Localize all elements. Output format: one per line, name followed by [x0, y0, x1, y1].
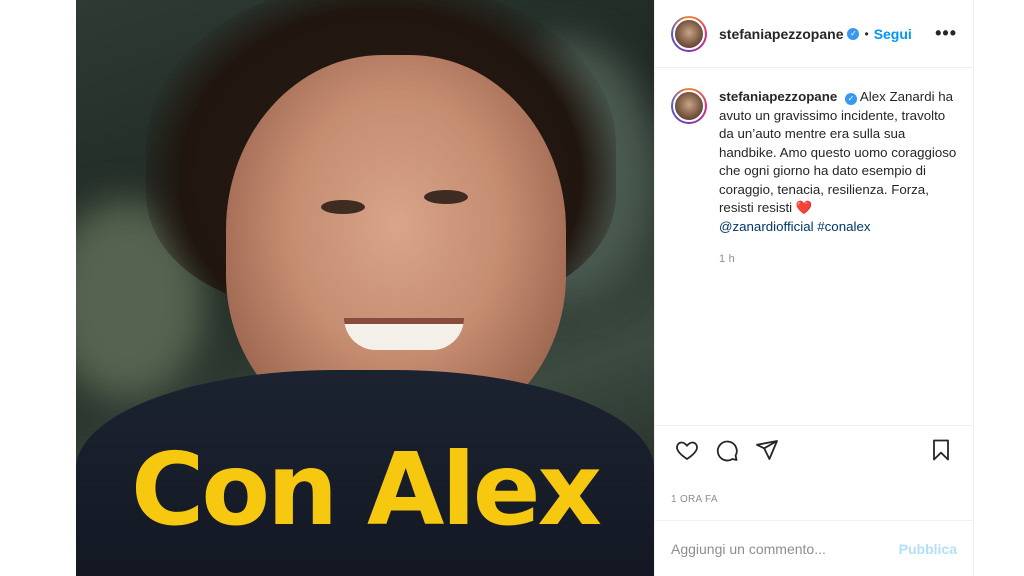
comment-username[interactable]: stefaniapezzopane [719, 89, 837, 104]
comment-input[interactable] [671, 540, 899, 557]
mention-link[interactable]: @zanardiofficial [719, 219, 814, 234]
hashtag-link[interactable]: #conalex [817, 219, 870, 234]
post-sidebar: stefaniapezzopane ✓ • Segui ••• stefania… [654, 0, 974, 576]
heart-emoji: ❤️ [795, 200, 813, 215]
share-icon[interactable] [747, 430, 787, 470]
comment-icon[interactable] [707, 430, 747, 470]
right-eye [424, 190, 468, 204]
comment-body: stefaniapezzopane ✓ Alex Zanardi ha avut… [719, 88, 957, 425]
separator-dot: • [864, 26, 869, 41]
avatar-image [673, 17, 705, 50]
image-caption-text: Con Alex [130, 431, 602, 548]
post-image[interactable]: Con Alex [76, 0, 654, 576]
comment-time[interactable]: 1 h [719, 250, 957, 269]
bookmark-icon[interactable] [921, 430, 961, 470]
caption-comment: stefaniapezzopane ✓ Alex Zanardi ha avut… [655, 68, 973, 426]
avatar-image [673, 90, 705, 122]
smile-shape [344, 318, 464, 350]
publish-button[interactable]: Pubblica [899, 541, 957, 557]
add-comment-bar: Pubblica [655, 520, 973, 576]
left-eye [321, 200, 365, 214]
avatar[interactable] [671, 88, 707, 124]
more-options-icon[interactable]: ••• [935, 23, 957, 44]
action-bar [655, 426, 973, 474]
header-username[interactable]: stefaniapezzopane [719, 26, 843, 42]
follow-button[interactable]: Segui [874, 26, 912, 42]
comment-text: Alex Zanardi ha avuto un gravissimo inci… [719, 89, 957, 215]
heart-icon[interactable] [667, 430, 707, 470]
avatar[interactable] [671, 15, 707, 52]
verified-icon: ✓ [847, 27, 860, 40]
post-header: stefaniapezzopane ✓ • Segui ••• [655, 0, 973, 68]
verified-icon: ✓ [844, 93, 857, 106]
post-date[interactable]: 1 ORA FA [655, 474, 973, 520]
